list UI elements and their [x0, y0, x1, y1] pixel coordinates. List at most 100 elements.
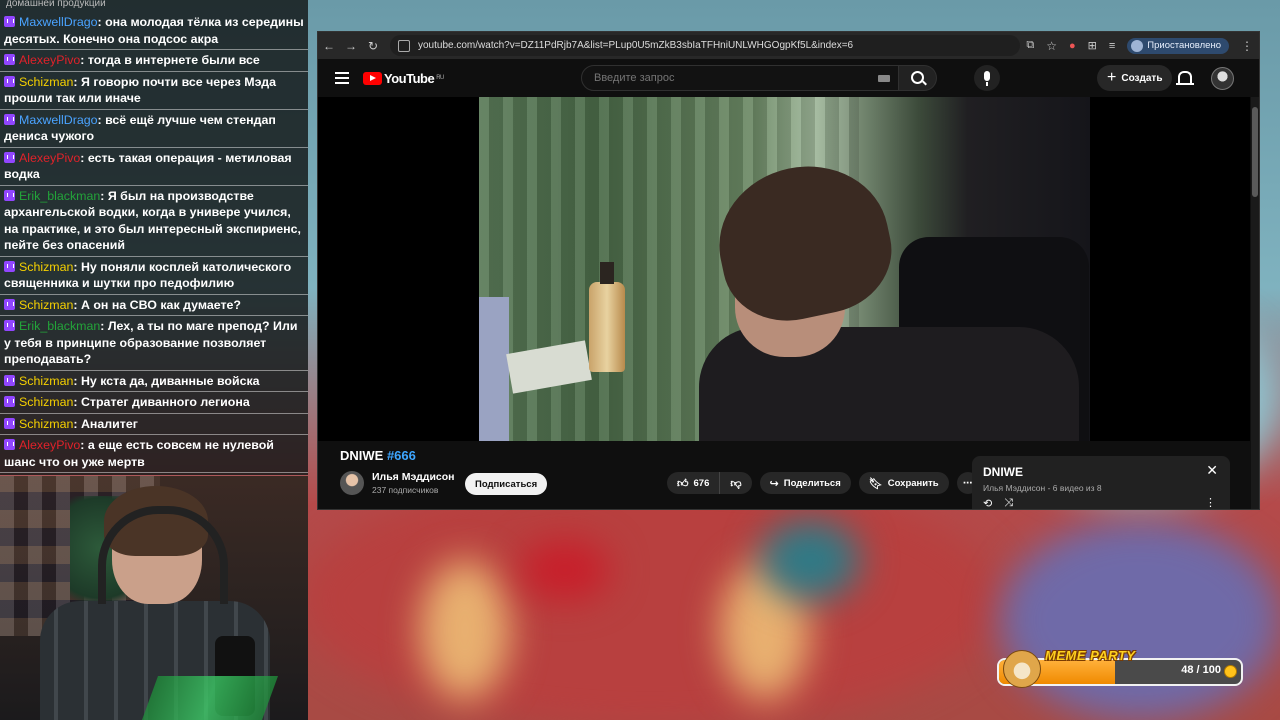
keyboard-icon[interactable] — [878, 75, 890, 82]
meme-party-count: 48 / 100 — [1181, 664, 1221, 676]
profile-status: Приостановлено — [1147, 40, 1221, 51]
site-info-icon[interactable] — [398, 39, 410, 52]
page-scrollbar[interactable] — [1251, 97, 1259, 509]
twitch-icon — [4, 54, 15, 65]
chat-message: Erik_blackman: Я был на производстве арх… — [0, 186, 308, 257]
video-title: DNIWE #666 — [340, 448, 416, 463]
background-shape — [760, 520, 860, 600]
channel-name[interactable]: Илья Мэддисон — [372, 471, 455, 483]
more-vertical-icon[interactable]: ⋮ — [1241, 39, 1253, 53]
twitch-icon — [4, 439, 15, 450]
chat-username[interactable]: Erik_blackman — [19, 319, 100, 333]
video-player[interactable] — [318, 97, 1250, 441]
twitch-icon — [4, 320, 15, 331]
chat-username[interactable]: Schizman — [19, 298, 73, 312]
browser-window: ← → ↻ youtube.com/watch?v=DZ11PdRjb7A&li… — [317, 31, 1260, 510]
channel-avatar[interactable] — [340, 471, 364, 495]
youtube-logo-text: YouTube — [384, 70, 435, 86]
share-button[interactable]: ↪ Поделиться — [759, 472, 851, 494]
account-avatar[interactable] — [1211, 67, 1234, 90]
chat-username[interactable]: Schizman — [19, 395, 73, 409]
chat-username[interactable]: Schizman — [19, 374, 73, 388]
chat-message: Schizman: А он на СВО как думаете? — [0, 295, 308, 316]
chat-username[interactable]: Schizman — [19, 260, 73, 274]
channel-subscribers: 237 подписчиков — [372, 485, 439, 495]
youtube-region: RU — [436, 75, 444, 81]
video-title-text: DNIWE — [340, 448, 387, 463]
youtube-masthead: YouTube RU + Создать — [318, 59, 1259, 97]
background-shape — [520, 540, 610, 600]
video-monitor — [479, 297, 509, 441]
playlist-title[interactable]: DNIWE — [983, 465, 1023, 479]
plus-icon: + — [1107, 69, 1117, 86]
youtube-logo[interactable]: YouTube RU — [363, 71, 444, 86]
save-button[interactable]: 🔖︎ Сохранить — [858, 472, 949, 494]
notifications-bell-icon[interactable] — [1176, 71, 1194, 85]
dislike-button[interactable]: 👎︎ — [720, 472, 752, 494]
search-box — [581, 65, 899, 91]
shuffle-icon[interactable]: ⤨ — [1004, 497, 1013, 509]
voice-search-icon[interactable] — [974, 65, 1000, 91]
twitch-icon — [4, 113, 15, 125]
toolbar-actions: ⧉ ☆ ● ⊞ ≡ Приостановлено ⋮ — [1026, 37, 1259, 54]
chat-message: MaxwellDrago: она молодая тёлка из серед… — [0, 12, 308, 50]
scrollbar-thumb[interactable] — [1252, 107, 1258, 197]
like-button[interactable]: 👍︎ 676 — [667, 472, 721, 494]
webcam-keyboard — [141, 676, 279, 720]
twitch-icon — [4, 16, 15, 27]
chat-text: : тогда в интернете были все — [80, 53, 260, 67]
chat-message: AlexeyPivo: есть такая операция - метило… — [0, 148, 308, 186]
arrow-left-icon[interactable]: ← — [318, 39, 340, 53]
twitch-icon — [4, 417, 15, 429]
install-app-icon[interactable]: ⧉ — [1026, 39, 1034, 52]
loop-icon[interactable]: ⟲ — [983, 497, 992, 509]
address-bar[interactable]: youtube.com/watch?v=DZ11PdRjb7A&list=PLu… — [390, 35, 1021, 56]
bookmark-icon: 🔖︎ — [868, 477, 883, 490]
twitch-icon — [4, 189, 15, 201]
chat-username[interactable]: Schizman — [19, 75, 73, 89]
twitch-icon — [4, 298, 15, 310]
chat-message: MaxwellDrago: всё ещё лучше чем стендап … — [0, 110, 308, 148]
profile-button[interactable]: Приостановлено — [1127, 37, 1229, 54]
arrow-right-icon[interactable]: → — [340, 39, 362, 53]
chat-username[interactable]: AlexeyPivo — [19, 438, 80, 452]
search-button[interactable] — [899, 65, 937, 91]
like-dislike-group: 👍︎ 676 👎︎ — [667, 472, 752, 494]
reading-list-icon[interactable]: ≡ — [1109, 40, 1115, 52]
chat-message: AlexeyPivo: тогда в интернете были все — [0, 50, 308, 72]
chat-message: AlexeyPivo: а еще есть совсем не нулевой… — [0, 435, 308, 473]
subscribe-button[interactable]: Подписаться — [465, 473, 548, 495]
video-actions: 👍︎ 676 👎︎ ↪ Поделиться 🔖︎ Сохранить ⋯ — [667, 472, 979, 494]
stream-chat: домашней продукции MaxwellDrago: она мол… — [0, 0, 308, 475]
share-icon: ↪ — [769, 477, 779, 490]
channel-info: Илья Мэддисон 237 подписчиков — [340, 471, 455, 495]
star-icon[interactable]: ☆ — [1046, 39, 1057, 53]
close-icon[interactable]: ✕ — [1206, 462, 1218, 479]
chat-username[interactable]: Erik_blackman — [19, 189, 100, 203]
chat-username[interactable]: AlexeyPivo — [19, 151, 80, 165]
search-input[interactable] — [592, 71, 876, 85]
playlist-controls: ⟲ ⤨ — [983, 497, 1013, 509]
chat-text: : Ну кста да, диванные войска — [73, 373, 260, 388]
thumbs-up-icon: 👍︎ — [677, 477, 689, 490]
chat-username[interactable]: MaxwellDrago — [19, 15, 98, 29]
video-frame[interactable] — [479, 97, 1090, 441]
chat-truncated-line: домашней продукции — [6, 0, 106, 9]
chat-username[interactable]: Schizman — [19, 417, 73, 431]
background-shape — [1000, 520, 1280, 720]
create-button[interactable]: + Создать — [1097, 65, 1173, 91]
twitch-icon — [4, 75, 15, 87]
webcam-headphones — [98, 506, 228, 604]
twitch-icon — [4, 151, 15, 163]
reload-icon[interactable]: ↻ — [362, 39, 384, 53]
profile-avatar — [1131, 39, 1144, 52]
puzzle-icon[interactable]: ⊞ — [1088, 39, 1097, 52]
chat-username[interactable]: MaxwellDrago — [19, 113, 98, 127]
video-hashtag[interactable]: #666 — [387, 448, 416, 463]
playlist-more-icon[interactable]: ⋮ — [1205, 496, 1216, 509]
chat-username[interactable]: AlexeyPivo — [19, 53, 80, 67]
hamburger-menu-icon[interactable] — [335, 69, 349, 87]
address-url: youtube.com/watch?v=DZ11PdRjb7A&list=PLu… — [418, 40, 854, 51]
chat-message: Schizman: Я говорю почти все через Мэда … — [0, 72, 308, 110]
extension-icon[interactable]: ● — [1069, 40, 1076, 52]
